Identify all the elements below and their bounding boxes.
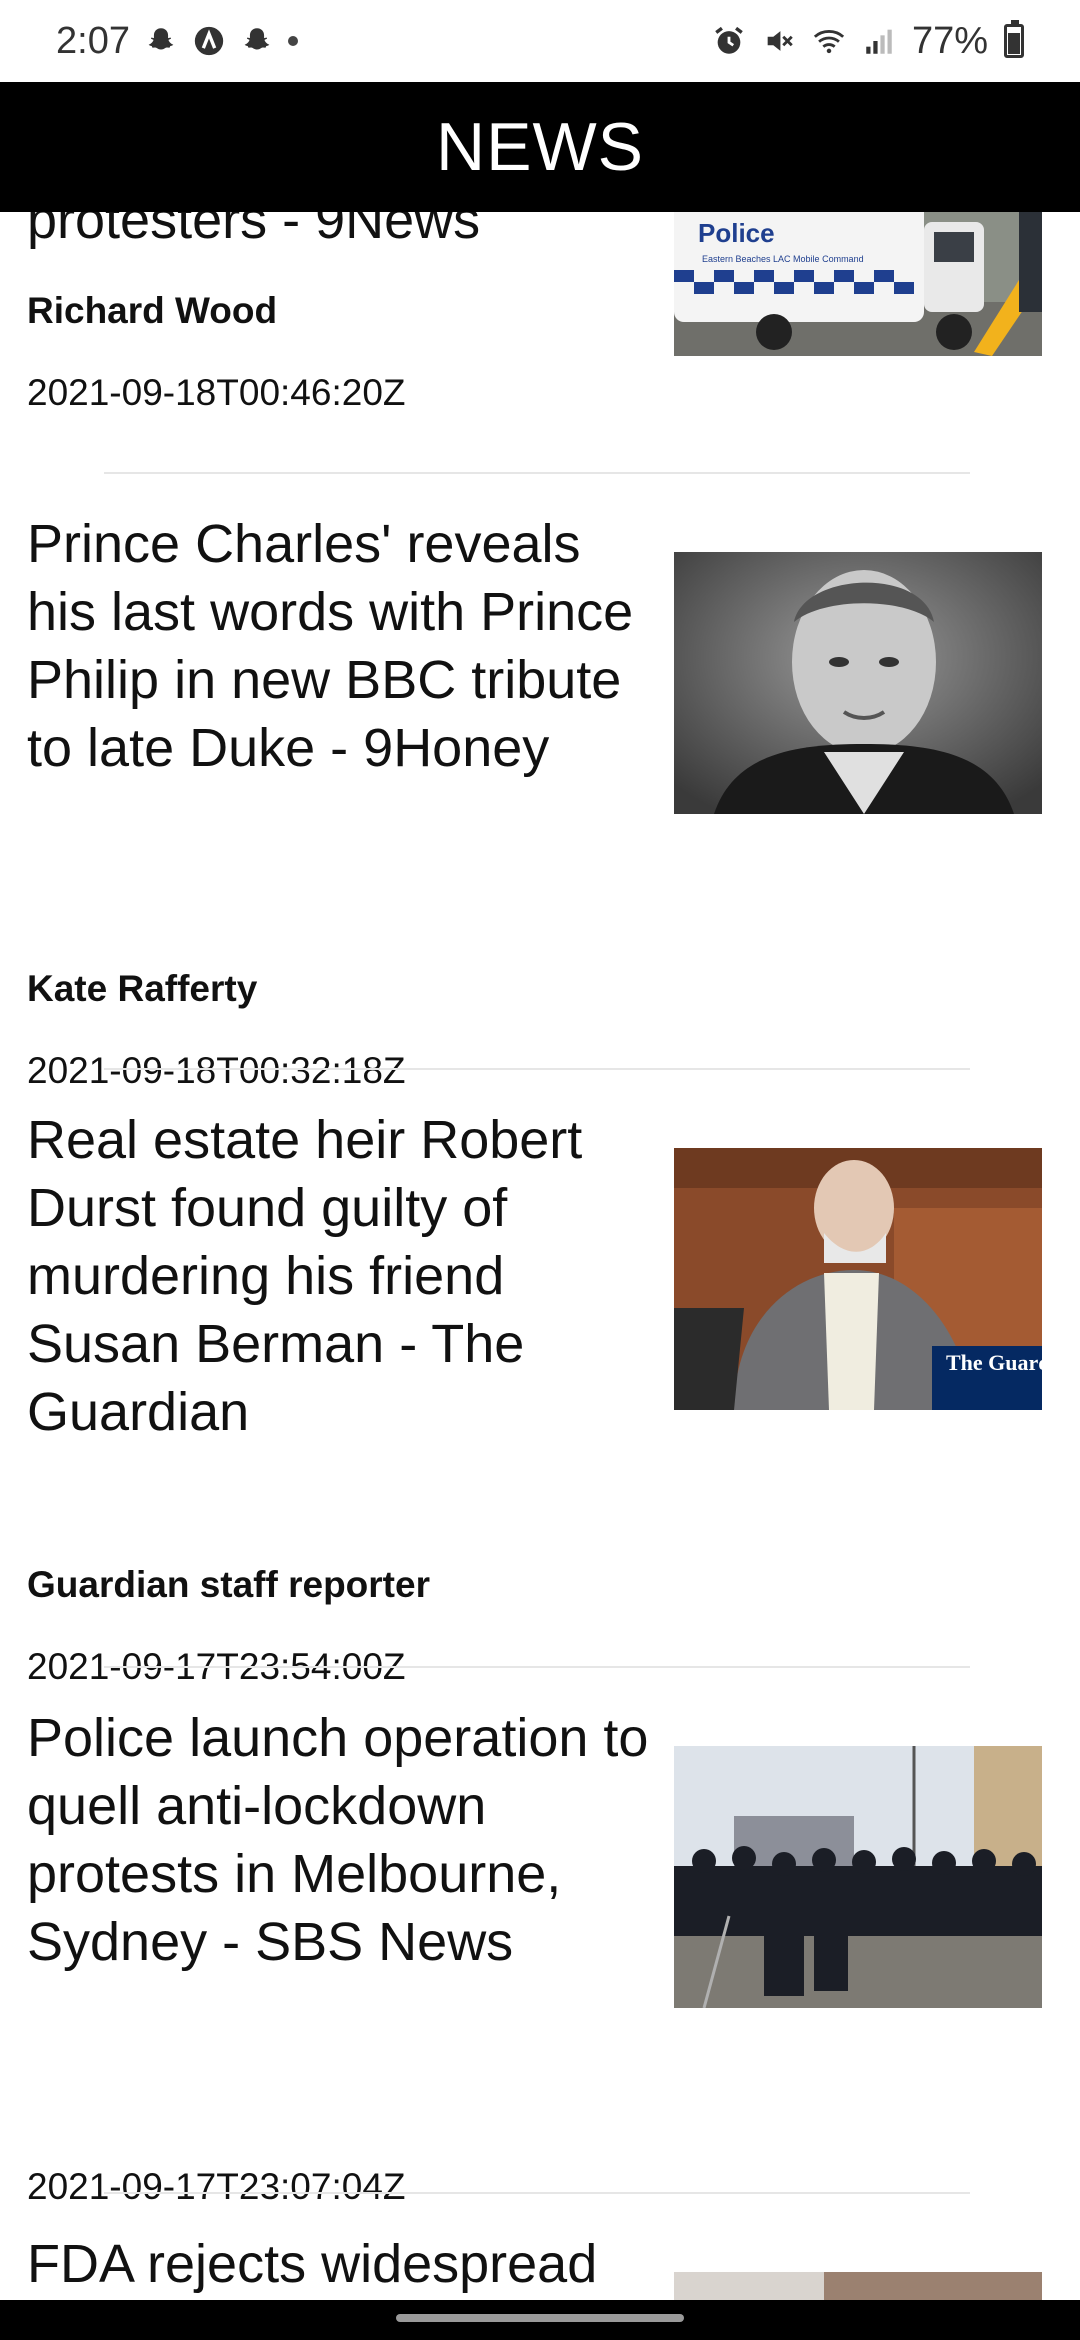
system-nav-bar xyxy=(0,2300,1080,2340)
article-timestamp: 2021-09-18T00:46:20Z xyxy=(27,372,406,413)
alarm-icon xyxy=(715,26,743,54)
snapchat-icon xyxy=(148,28,174,50)
wifi-icon xyxy=(813,30,845,54)
prince-philip-image xyxy=(674,552,1042,814)
article-card[interactable]: FDA rejects widespread xyxy=(0,2194,1080,2300)
signal-icon xyxy=(866,29,892,54)
article-card[interactable]: Police launch operation to quell anti-lo… xyxy=(0,1668,1080,2207)
status-time: 2:07 xyxy=(56,19,130,62)
mute-icon xyxy=(767,31,793,51)
article-card[interactable]: Real estate heir Robert Durst found guil… xyxy=(0,1070,1080,1687)
snapchat-icon xyxy=(244,28,270,50)
status-right: 77% xyxy=(712,20,1024,63)
article-headline: Prince Charles' reveals his last words w… xyxy=(27,514,634,778)
robert-durst-image: The Guardi xyxy=(674,1148,1042,1410)
battery-icon xyxy=(1004,20,1024,58)
face-closeup-image xyxy=(674,2272,1042,2300)
app-title: NEWS xyxy=(436,109,644,185)
riot-police-image xyxy=(674,1746,1042,2008)
article-thumbnail xyxy=(674,1746,1042,2008)
article-author: Guardian staff reporter xyxy=(27,1564,430,1605)
van-police-text: Police xyxy=(698,218,775,248)
article-thumbnail xyxy=(674,552,1042,814)
article-thumbnail xyxy=(674,2272,1042,2300)
home-gesture-handle[interactable] xyxy=(396,2314,684,2322)
guardian-logo: The Guardi xyxy=(946,1350,1042,1375)
article-thumbnail: The Guardi xyxy=(674,1148,1042,1410)
news-feed[interactable]: protesters - 9News Police Eastern Beache… xyxy=(0,82,1080,2300)
article-headline: FDA rejects widespread xyxy=(27,2234,598,2294)
article-headline: Real estate heir Robert Durst found guil… xyxy=(27,1110,583,1442)
status-left: 2:07 xyxy=(56,20,298,63)
battery-percent: 77% xyxy=(911,19,988,62)
article-headline: Police launch operation to quell anti-lo… xyxy=(27,1708,649,1972)
article-author: Kate Rafferty xyxy=(27,968,258,1009)
app-bar: NEWS xyxy=(0,82,1080,212)
van-subtext: Eastern Beaches LAC Mobile Command xyxy=(702,254,864,264)
notification-dot-icon xyxy=(287,36,298,46)
app-a-icon xyxy=(194,26,224,56)
status-bar: 2:07 77% xyxy=(0,0,1080,82)
article-author: Richard Wood xyxy=(27,290,278,331)
article-card[interactable]: Prince Charles' reveals his last words w… xyxy=(0,474,1080,1091)
